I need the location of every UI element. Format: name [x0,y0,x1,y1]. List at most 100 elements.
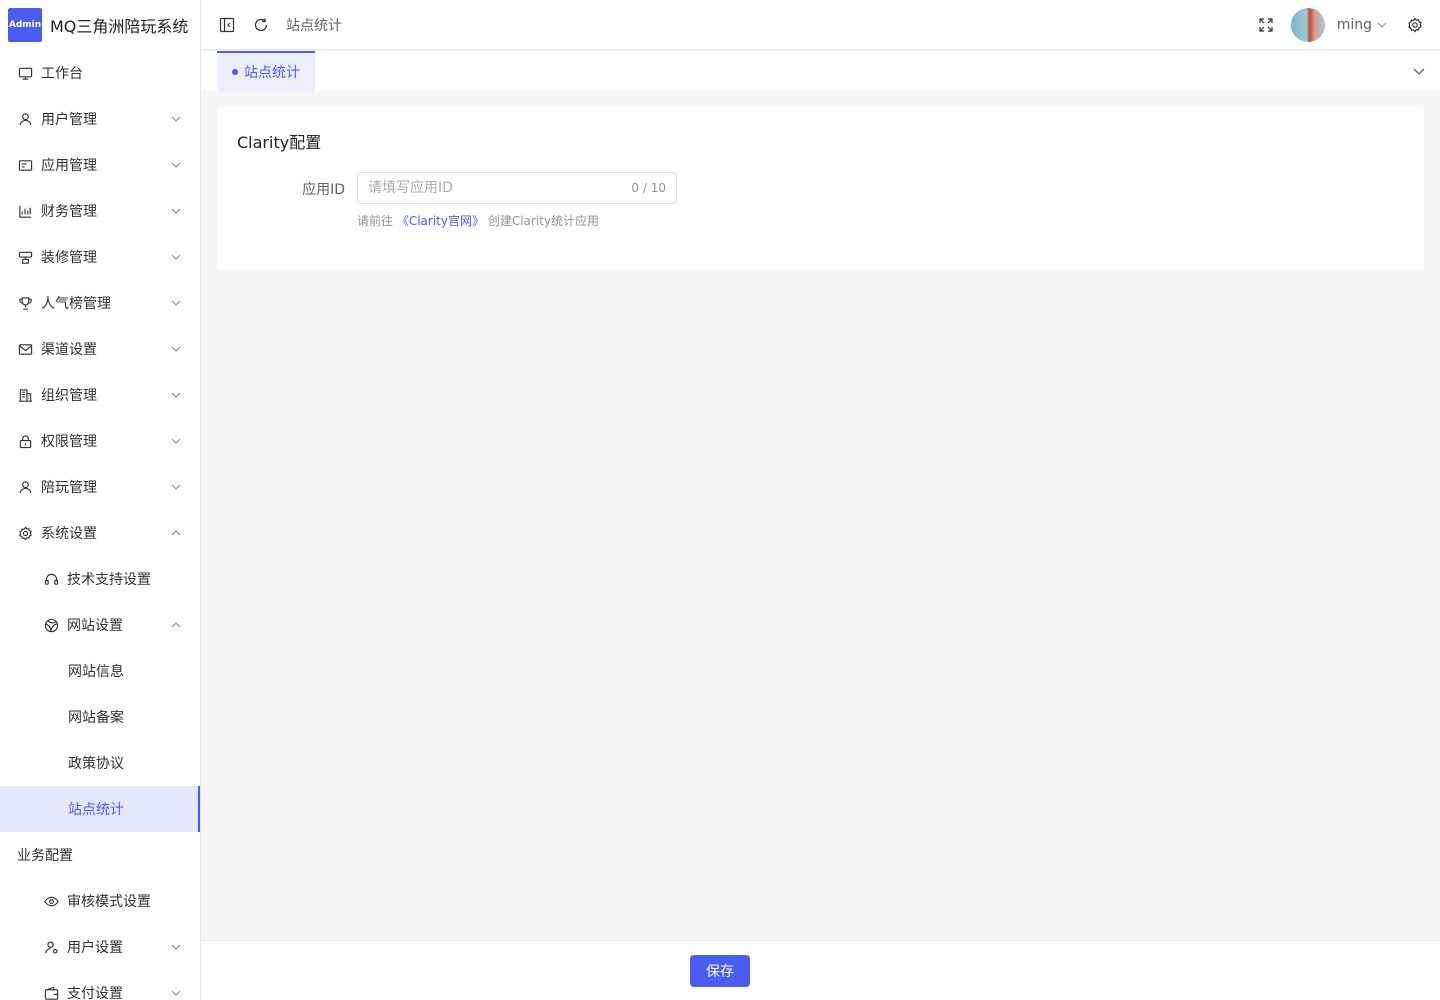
sidebar-item-organization[interactable]: 组织管理 [0,372,200,418]
gear-icon [17,525,33,541]
sidebar-item-system-settings[interactable]: 系统设置 [0,510,200,556]
user-settings-icon [43,939,59,955]
sidebar-item-label: 应用管理 [41,158,97,174]
sidebar-item-label: 支付设置 [67,986,123,1000]
sidebar: Admin MQ三角洲陪玩系统 工作台 用户管理 应用管理 财务管理 装修管理 … [0,0,201,1000]
sidebar-item-label: 工作台 [41,66,83,82]
chevron-down-icon [171,116,181,122]
decoration-icon [17,249,33,265]
sidebar-item-label: 用户设置 [67,940,123,956]
refresh-icon[interactable] [252,16,270,34]
sidebar-item-label: 网站设置 [67,618,123,634]
clarity-config-card: Clarity配置 应用ID 0 / 10 请前往 《Clarity官网》 创建… [217,107,1424,270]
mail-icon [17,341,33,357]
user-icon [17,479,33,495]
app-card-icon [17,157,33,173]
sidebar-item-app-management[interactable]: 应用管理 [0,142,200,188]
user-icon [17,111,33,127]
hint-prefix: 请前往 [357,214,394,228]
sidebar-item-user-management[interactable]: 用户管理 [0,96,200,142]
chevron-up-icon [171,530,181,536]
sidebar-item-label: 系统设置 [41,526,97,542]
chart-icon [17,203,33,219]
sidebar-item-label: 技术支持设置 [67,572,151,588]
tabs-dropdown-chevron-icon[interactable] [1412,64,1426,78]
collapse-sidebar-icon[interactable] [218,16,236,34]
hint-suffix: 创建Clarity统计应用 [487,214,599,228]
clarity-website-link[interactable]: 《Clarity官网》 [397,214,484,228]
save-button[interactable]: 保存 [690,955,750,987]
chevron-down-icon [171,346,181,352]
sidebar-item-label: 权限管理 [41,434,97,450]
sidebar-item-workbench[interactable]: 工作台 [0,50,200,96]
chevron-down-icon [171,208,181,214]
logo-row: Admin MQ三角洲陪玩系统 [0,0,200,50]
sidebar-item-label: 财务管理 [41,204,97,220]
sidebar-item-label: 人气榜管理 [41,296,111,312]
fullscreen-icon[interactable] [1257,16,1275,34]
user-menu[interactable]: ming [1337,17,1388,33]
sidebar-item-label: 组织管理 [41,388,97,404]
sidebar-item-website-info[interactable]: 网站信息 [0,648,200,694]
sidebar-item-label: 陪玩管理 [41,480,97,496]
sidebar-item-label: 网站信息 [68,664,124,680]
building-icon [17,387,33,403]
char-counter: 0 / 10 [631,181,666,195]
tabs-bar: 站点统计 [201,51,1440,91]
tab-site-statistics[interactable]: 站点统计 [217,51,315,91]
sidebar-item-label: 装修管理 [41,250,97,266]
settings-gear-icon[interactable] [1406,16,1424,34]
sidebar-item-popularity[interactable]: 人气榜管理 [0,280,200,326]
top-header: 站点统计 ming [201,0,1440,50]
headset-icon [43,571,59,587]
sidebar-item-label: 政策协议 [68,756,124,772]
app-logo: Admin [8,8,42,42]
card-title: Clarity配置 [237,133,322,152]
sidebar-item-channel[interactable]: 渠道设置 [0,326,200,372]
sidebar-item-companion[interactable]: 陪玩管理 [0,464,200,510]
lock-icon [17,433,33,449]
chevron-down-icon [1377,22,1387,28]
avatar[interactable] [1290,8,1325,42]
sidebar-item-label: 渠道设置 [41,342,97,358]
username: ming [1336,17,1372,33]
sidebar-item-permission[interactable]: 权限管理 [0,418,200,464]
sidebar-item-payment-settings[interactable]: 支付设置 [0,970,200,1000]
app-id-label: 应用ID [302,182,345,198]
sidebar-item-finance[interactable]: 财务管理 [0,188,200,234]
sidebar-item-website-filing[interactable]: 网站备案 [0,694,200,740]
chevron-down-icon [171,162,181,168]
sidebar-item-label: 业务配置 [17,848,73,864]
chevron-down-icon [171,484,181,490]
app-id-input-wrapper: 0 / 10 [357,172,677,204]
active-dot-icon [232,69,238,75]
globe-icon [43,617,59,633]
sidebar-item-business-config[interactable]: 业务配置 [0,832,200,878]
sidebar-item-site-statistics[interactable]: 站点统计 [0,786,200,832]
chevron-down-icon [171,990,181,996]
sidebar-item-tech-support[interactable]: 技术支持设置 [0,556,200,602]
trophy-icon [17,295,33,311]
tab-label: 站点统计 [244,65,300,81]
help-text: 请前往 《Clarity官网》 创建Clarity统计应用 [357,212,599,229]
sidebar-item-website-settings[interactable]: 网站设置 [0,602,200,648]
monitor-icon [17,65,33,81]
chevron-down-icon [171,300,181,306]
app-id-input[interactable] [368,180,632,196]
chevron-down-icon [171,254,181,260]
breadcrumb: 站点统计 [286,17,342,34]
sidebar-item-decoration[interactable]: 装修管理 [0,234,200,280]
chevron-down-icon [171,392,181,398]
sidebar-item-label: 站点统计 [68,802,124,818]
chevron-down-icon [171,944,181,950]
sidebar-item-label: 审核模式设置 [67,894,151,910]
eye-icon [43,893,59,909]
wallet-icon [43,985,59,1000]
chevron-down-icon [171,438,181,444]
sidebar-item-label: 网站备案 [68,710,124,726]
footer-bar: 保存 [201,940,1440,1000]
sidebar-item-policy[interactable]: 政策协议 [0,740,200,786]
sidebar-item-review-mode[interactable]: 审核模式设置 [0,878,200,924]
sidebar-item-user-settings[interactable]: 用户设置 [0,924,200,970]
app-title: MQ三角洲陪玩系统 [50,17,189,36]
